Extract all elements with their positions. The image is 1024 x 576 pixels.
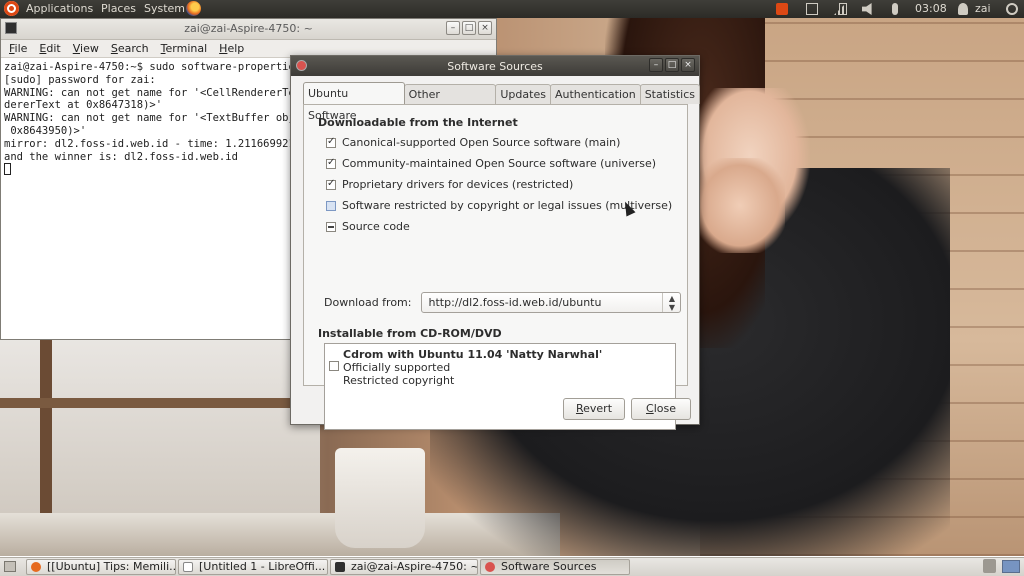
wallpaper-cup [335, 448, 425, 548]
minimize-button[interactable]: – [446, 21, 460, 35]
cdrom-section-title: Installable from CD-ROM/DVD [318, 327, 502, 340]
cdrom-line1: Officially supported [343, 361, 451, 374]
cdrom-line2: Restricted copyright [343, 374, 455, 387]
option-source-code[interactable]: Source code [326, 220, 410, 233]
terminal-cursor [4, 163, 11, 176]
task-libreoffice[interactable]: [Untitled 1 - LibreOffi... [178, 559, 328, 575]
menu-file[interactable]: File [9, 40, 27, 57]
maximize-button[interactable]: □ [462, 21, 476, 35]
option-multiverse[interactable]: Software restricted by copyright or lega… [326, 199, 672, 212]
close-window-button[interactable]: × [681, 58, 695, 72]
workspace-switcher[interactable] [1002, 560, 1020, 573]
menu-system[interactable]: System [144, 2, 185, 16]
user-name[interactable]: zai [975, 2, 991, 16]
tab-updates[interactable]: Updates [495, 84, 551, 104]
software-sources-icon [485, 562, 495, 572]
option-main-label: Canonical-supported Open Source software… [342, 136, 621, 149]
option-restricted-label: Proprietary drivers for devices (restric… [342, 178, 574, 191]
checkbox-multiverse[interactable] [326, 200, 336, 211]
checkbox-main[interactable] [326, 136, 336, 148]
clock[interactable]: 03:08 [915, 2, 947, 16]
volume-icon[interactable] [862, 3, 872, 15]
download-server-value: http://dl2.foss-id.web.id/ubuntu [428, 296, 602, 309]
menu-edit[interactable]: Edit [39, 40, 60, 57]
cdrom-entry[interactable]: Cdrom with Ubuntu 11.04 'Natty Narwhal' … [343, 348, 602, 387]
minimize-button[interactable]: – [649, 58, 663, 72]
task-terminal[interactable]: zai@zai-Aspire-4750: ~ [330, 559, 478, 575]
terminal-title: zai@zai-Aspire-4750: ~ [184, 22, 313, 35]
tab-ubuntu-software[interactable]: Ubuntu Software [303, 82, 405, 122]
dialog-titlebar[interactable]: Software Sources – □ × [291, 56, 699, 76]
task-firefox[interactable]: [[Ubuntu] Tips: Memili... [26, 559, 176, 575]
menu-terminal[interactable]: Terminal [161, 40, 208, 57]
option-restricted[interactable]: Proprietary drivers for devices (restric… [326, 178, 573, 191]
tab-other-software[interactable]: Other Software [403, 84, 497, 121]
checkbox-universe[interactable] [326, 157, 336, 169]
trash-icon[interactable] [983, 559, 996, 573]
maximize-button[interactable]: □ [665, 58, 679, 72]
tab-statistics[interactable]: Statistics [639, 84, 700, 104]
close-button[interactable]: Close [631, 398, 691, 420]
revert-button[interactable]: Revert [563, 398, 625, 420]
checkbox-restricted[interactable] [326, 178, 336, 190]
terminal-titlebar[interactable]: zai@zai-Aspire-4750: ~ – □ × [1, 19, 496, 40]
top-panel: Applications Places System 03:08 zai [0, 0, 1024, 18]
ubuntu-software-panel: Downloadable from the Internet Canonical… [303, 104, 688, 430]
combo-arrows-icon: ▲ ▼ [662, 293, 680, 312]
option-main[interactable]: Canonical-supported Open Source software… [326, 136, 620, 149]
task-label: Software Sources [501, 560, 597, 573]
power-icon[interactable] [1006, 3, 1018, 15]
task-label: [Untitled 1 - LibreOffi... [199, 560, 326, 573]
mail-icon[interactable] [806, 3, 818, 15]
option-source-code-label: Source code [342, 220, 410, 233]
battery-icon[interactable] [839, 3, 847, 15]
download-from-row: Download from: http://dl2.foss-id.web.id… [324, 292, 682, 313]
cdrom-name: Cdrom with Ubuntu 11.04 'Natty Narwhal' [343, 348, 603, 361]
task-label: [[Ubuntu] Tips: Memili... [47, 560, 176, 573]
user-icon[interactable] [958, 3, 968, 15]
download-server-select[interactable]: http://dl2.foss-id.web.id/ubuntu ▲ ▼ [421, 292, 682, 313]
option-universe[interactable]: Community-maintained Open Source softwar… [326, 157, 656, 170]
software-sources-dialog: Software Sources – □ × Ubuntu Software O… [290, 55, 700, 430]
task-label: zai@zai-Aspire-4750: ~ [351, 560, 478, 573]
checkbox-source-code[interactable] [326, 221, 336, 232]
show-desktop-icon[interactable] [4, 561, 16, 572]
firefox-icon [31, 562, 41, 572]
menu-applications[interactable]: Applications [26, 2, 93, 16]
download-from-label: Download from: [324, 296, 412, 309]
menu-places[interactable]: Places [101, 2, 136, 16]
close-button[interactable]: × [478, 21, 492, 35]
checkbox-cdrom[interactable] [329, 361, 339, 371]
menu-help[interactable]: Help [219, 40, 244, 57]
firefox-launcher-icon[interactable] [186, 1, 201, 16]
tab-bar: Ubuntu Software Other Software Updates A… [303, 82, 700, 122]
menu-view[interactable]: View [73, 40, 99, 57]
wallpaper-person-hand [695, 158, 785, 253]
document-icon [183, 562, 193, 572]
ubuntu-logo-icon[interactable] [4, 1, 19, 16]
bottom-taskbar: [[Ubuntu] Tips: Memili... [Untitled 1 - … [0, 557, 1024, 576]
ubuntu-one-icon[interactable] [776, 3, 788, 15]
menu-search[interactable]: Search [111, 40, 149, 57]
task-software-sources[interactable]: Software Sources [480, 559, 630, 575]
dialog-title: Software Sources [447, 60, 543, 73]
tab-authentication[interactable]: Authentication [549, 84, 641, 104]
option-universe-label: Community-maintained Open Source softwar… [342, 157, 657, 170]
terminal-icon [335, 562, 345, 572]
mic-icon[interactable] [892, 3, 898, 15]
